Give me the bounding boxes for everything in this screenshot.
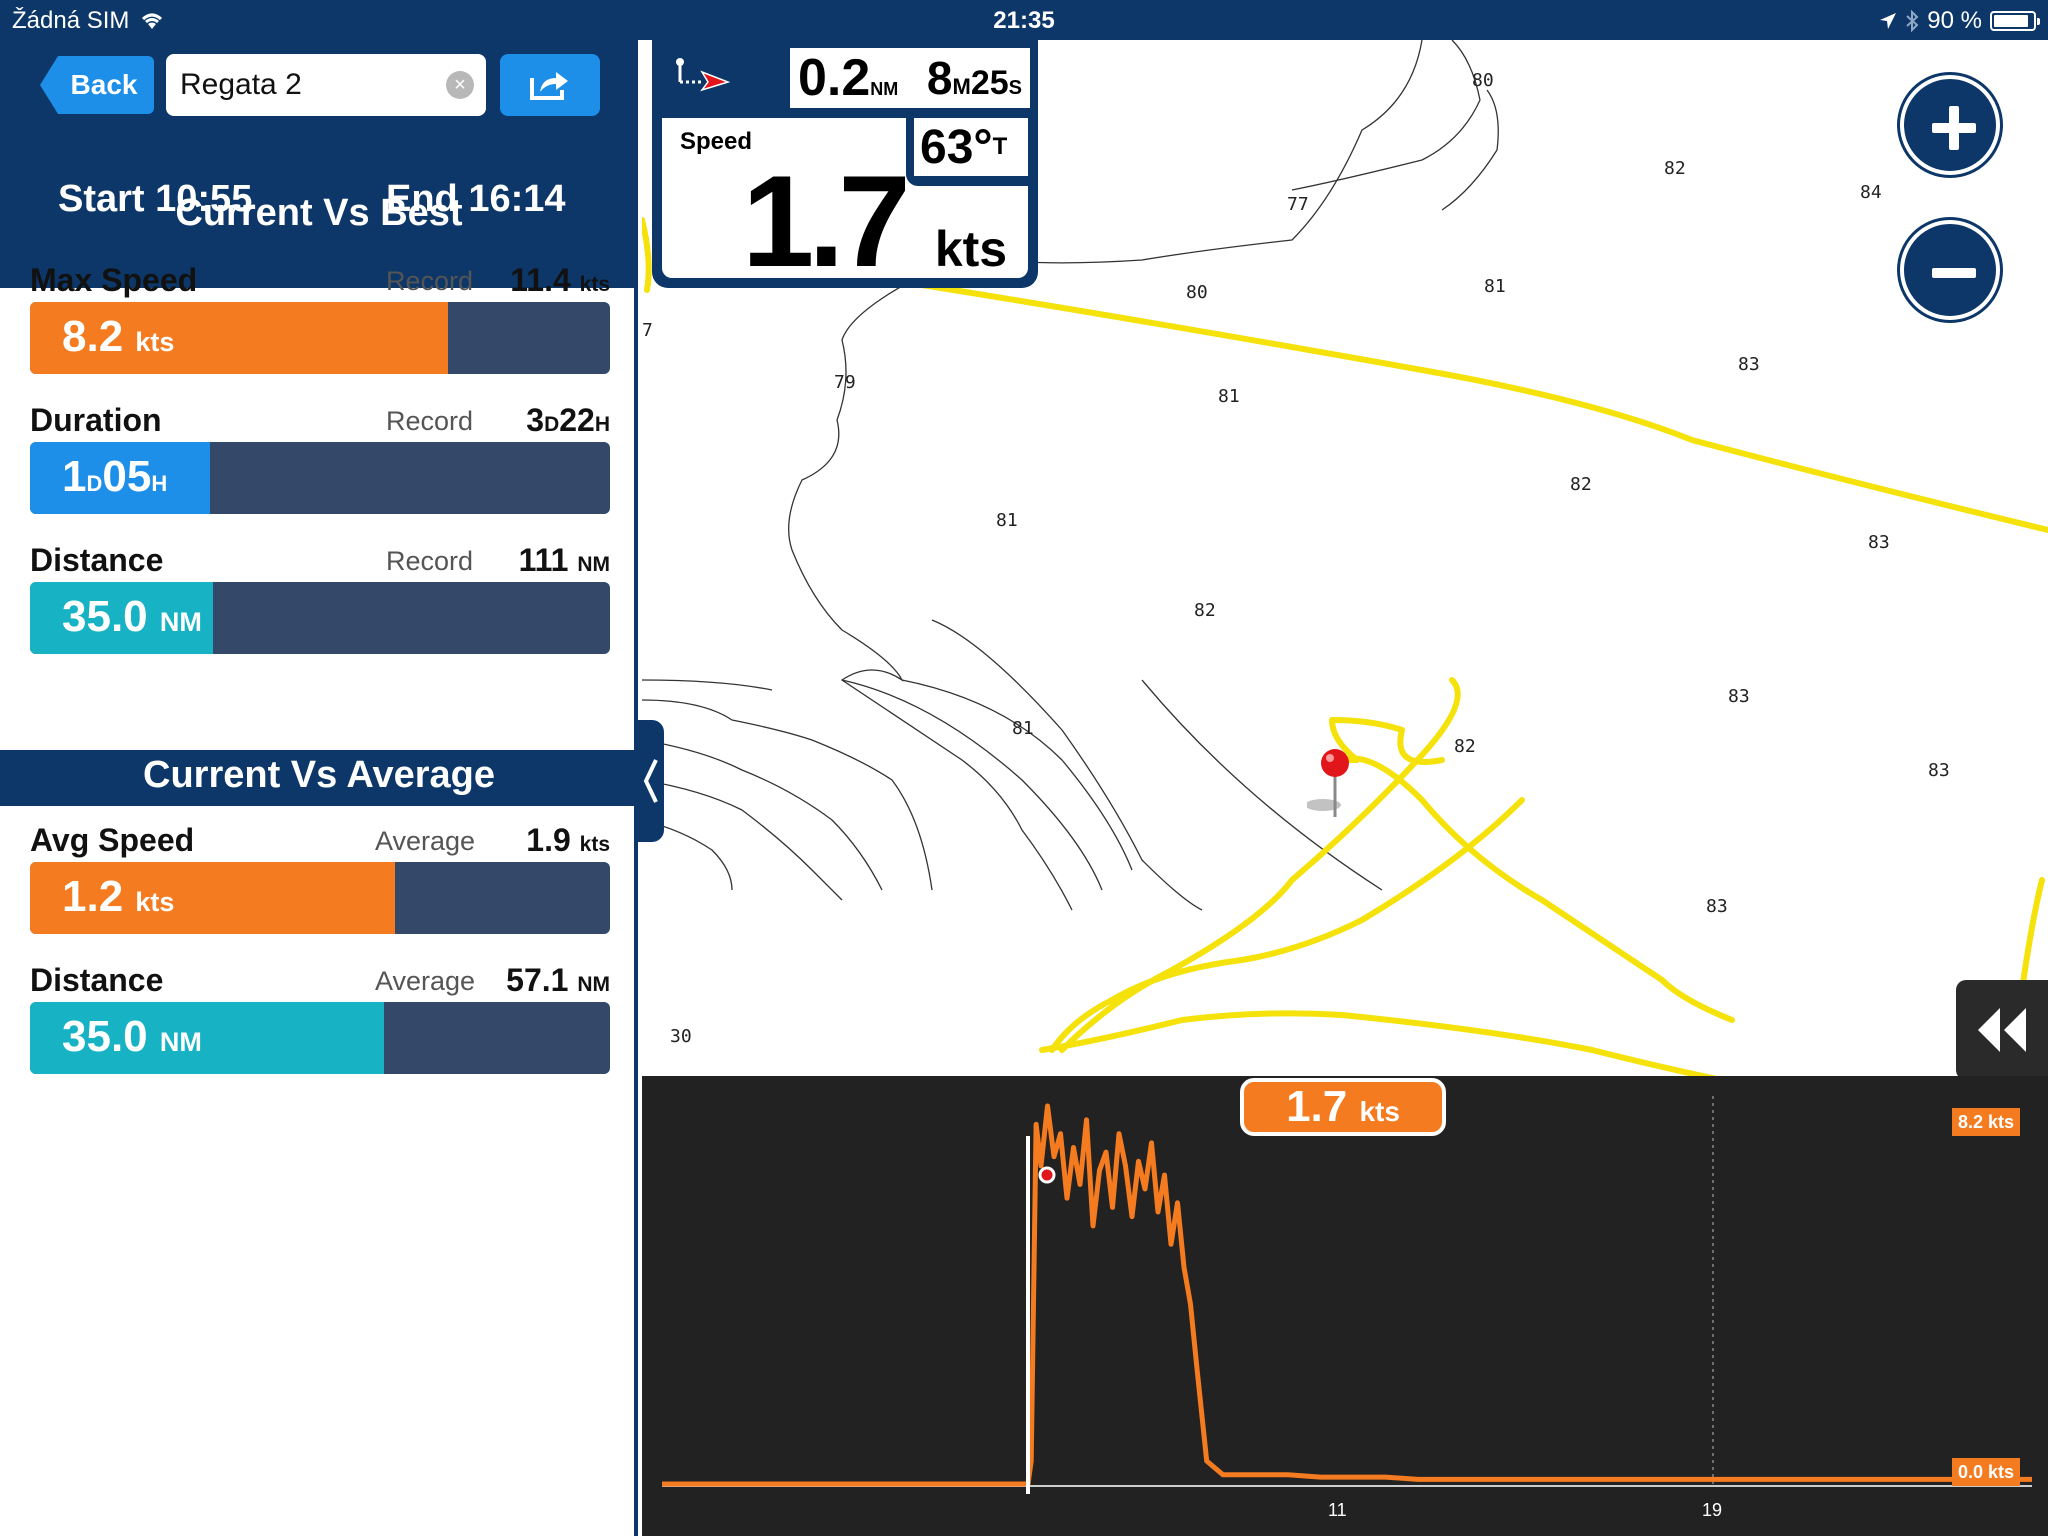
- depth-label: 81: [1012, 718, 1034, 739]
- stats-panel: Back Regata 2 × Start 10:55 End 16:14 Cu…: [0, 40, 638, 1536]
- current-value: 1D05H: [62, 452, 168, 501]
- metric-distance: Distance Record 111 NM 35.0 NM: [30, 542, 610, 654]
- metric-label: Max Speed: [30, 262, 198, 298]
- speed-series-line: [662, 1103, 2032, 1487]
- depth-label: 83: [1928, 760, 1950, 781]
- progress-bar: 1.2 kts: [30, 862, 610, 934]
- minus-icon: [1932, 268, 1976, 278]
- instrument-panel[interactable]: 0.2NM 8M25S Speed 1.7 kts 63° T: [652, 40, 1038, 288]
- clock: 21:35: [993, 7, 1055, 34]
- depth-label: 80: [1472, 70, 1494, 91]
- status-right: 90 %: [1879, 7, 2040, 35]
- zoom-out-button[interactable]: [1900, 220, 2000, 320]
- depth-label: 84: [1860, 182, 1882, 203]
- share-button[interactable]: [500, 54, 600, 116]
- zoom-in-button[interactable]: [1900, 75, 2000, 175]
- metric-avg-distance: Distance Average 57.1 NM 35.0 NM: [30, 962, 610, 1074]
- battery-percent: 90 %: [1927, 7, 1982, 34]
- metric-label: Distance: [30, 542, 164, 578]
- clear-icon[interactable]: ×: [446, 71, 474, 99]
- progress-bar: 1D05H: [30, 442, 610, 514]
- record-value: 111 NM: [518, 542, 610, 578]
- metric-label: Avg Speed: [30, 822, 195, 858]
- cursor-speed-label: 1.7 kts: [1240, 1078, 1446, 1136]
- heading-readout: 63° T: [906, 110, 1036, 186]
- depth-label: 82: [1454, 736, 1476, 757]
- depth-label: 81: [1484, 276, 1506, 297]
- max-speed-marker: [1038, 1166, 1056, 1184]
- metric-label: Duration: [30, 402, 162, 438]
- average-value: 57.1 NM: [506, 962, 610, 998]
- average-value: 1.9 kts: [526, 822, 610, 858]
- depth-label: 82: [1194, 600, 1216, 621]
- record-value: 3D22H: [526, 402, 610, 438]
- depth-label: 81: [1218, 386, 1240, 407]
- location-pin-icon: [1307, 749, 1349, 817]
- depth-label: 82: [1570, 474, 1592, 495]
- collapse-panel-button[interactable]: [638, 720, 664, 842]
- depth-label: 81: [996, 510, 1018, 531]
- best-section-title: Current Vs Best: [175, 192, 463, 234]
- depth-label: 30: [670, 1026, 692, 1047]
- metric-caption: Record: [386, 266, 474, 296]
- current-value: 1.2 kts: [62, 872, 175, 921]
- heading-value: 63° T: [914, 118, 1028, 176]
- depth-label: 83: [1706, 896, 1728, 917]
- metric-caption: Record: [386, 546, 474, 576]
- depth-label: 83: [1868, 532, 1890, 553]
- max-speed-badge: 8.2 kts: [1952, 1108, 2021, 1136]
- depth-label: 77: [1287, 194, 1309, 215]
- record-value: 11.4 kts: [510, 262, 610, 298]
- depth-label: 79: [834, 372, 856, 393]
- share-icon: [530, 72, 568, 100]
- current-value: 35.0 NM: [62, 1012, 202, 1061]
- x-tick-label: 19: [1702, 1500, 1723, 1520]
- status-bar: Žádná SIM 21:35 90 %: [0, 0, 2048, 40]
- metric-label: Distance: [30, 962, 164, 998]
- depth-label: 83: [1738, 354, 1760, 375]
- battery-icon: [1990, 11, 2040, 31]
- metric-caption: Average: [375, 966, 476, 996]
- progress-bar: 8.2 kts: [30, 302, 610, 374]
- track-name-field[interactable]: Regata 2 ×: [166, 54, 486, 116]
- depth-label: 83: [1728, 686, 1750, 707]
- x-tick-label: 11: [1328, 1500, 1347, 1520]
- bluetooth-icon: [1906, 10, 1919, 32]
- current-value: 8.2 kts: [62, 312, 175, 361]
- depth-label: 82: [1664, 158, 1686, 179]
- waypoint-eta: 8M25S: [926, 52, 1022, 104]
- speed-graph-plot: [662, 1096, 2032, 1494]
- metric-max-speed: Max Speed Record 11.4 kts 8.2 kts: [30, 262, 610, 374]
- back-button[interactable]: Back: [40, 56, 154, 114]
- metric-avg-speed: Avg Speed Average 1.9 kts 1.2 kts: [30, 822, 610, 934]
- min-speed-badge: 0.0 kts: [1952, 1458, 2021, 1486]
- expand-chart-button[interactable]: [1956, 980, 2048, 1080]
- metric-caption: Average: [375, 826, 476, 856]
- depth-label: 80: [1186, 282, 1208, 303]
- location-arrow-icon: [1880, 13, 1897, 29]
- progress-bar: 35.0 NM: [30, 1002, 610, 1074]
- metric-duration: Duration Record 3D22H 1D05H: [30, 402, 610, 514]
- average-section-title: Current Vs Average: [143, 754, 495, 796]
- chevron-left-icon: [643, 759, 658, 803]
- metric-caption: Record: [386, 406, 474, 436]
- current-value: 35.0 NM: [62, 592, 202, 641]
- track-name-text: Regata 2: [180, 68, 302, 101]
- progress-bar: 35.0 NM: [30, 582, 610, 654]
- waypoint-nav: [666, 48, 786, 108]
- waypoint-distance: 0.2NM: [798, 49, 899, 107]
- depth-label: 7: [642, 320, 653, 341]
- double-chevron-left-icon: [1978, 1008, 2026, 1052]
- waypoint-arrow-icon: [676, 58, 731, 92]
- battery-fill: [1994, 15, 2029, 27]
- toolbar: Back Regata 2 ×: [0, 40, 638, 128]
- plus-icon-vertical: [1949, 106, 1959, 150]
- speed-graph[interactable]: [642, 1076, 2048, 1536]
- waypoint-info: 0.2NM 8M25S: [790, 48, 1030, 108]
